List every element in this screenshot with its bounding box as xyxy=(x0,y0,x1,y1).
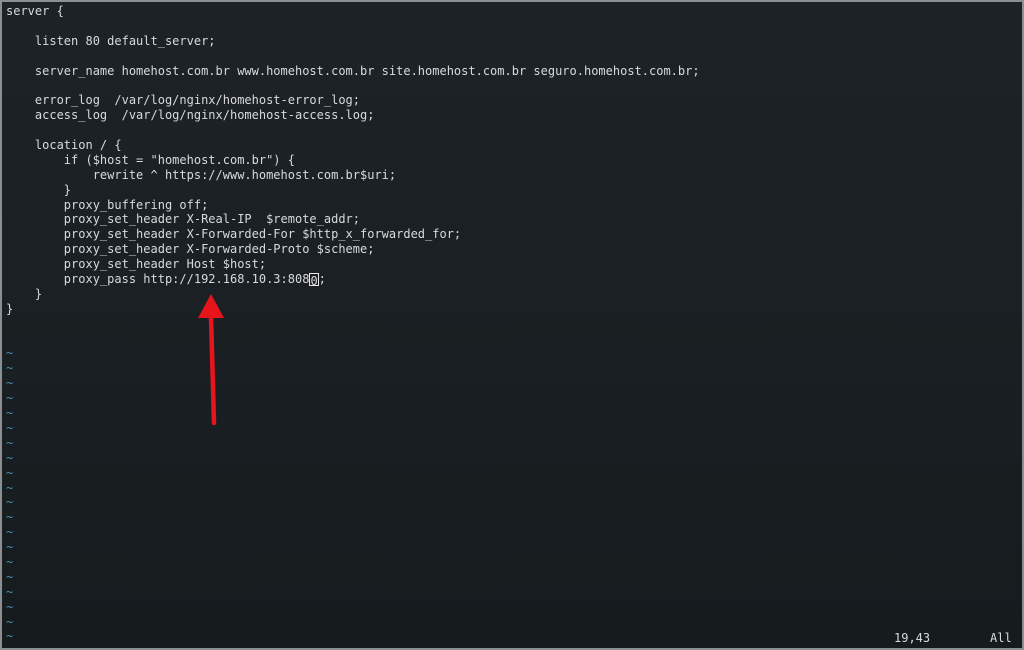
empty-buffer-line: ~ xyxy=(6,540,14,555)
empty-buffer-line: ~ xyxy=(6,376,14,391)
empty-buffer-line: ~ xyxy=(6,614,14,629)
editor-text-area[interactable]: server { listen 80 default_server; serve… xyxy=(6,4,1024,644)
cursor-position: 19,43 xyxy=(894,631,931,645)
empty-buffer-line: ~ xyxy=(6,435,14,450)
code-line-suffix: ; xyxy=(318,272,326,287)
empty-buffer-line: ~ xyxy=(6,465,14,480)
empty-buffer-line: ~ xyxy=(6,599,14,614)
text-cursor: 0 xyxy=(309,273,319,289)
code-line: rewrite ^ https://www.homehost.com.br$ur… xyxy=(6,167,397,182)
code-line: location / { xyxy=(6,138,122,153)
code-line: proxy_set_header X-Forwarded-Proto $sche… xyxy=(6,242,375,257)
code-line: access_log /var/log/nginx/homehost-acces… xyxy=(6,108,375,123)
scroll-indicator: All xyxy=(990,631,1012,645)
empty-buffer-line: ~ xyxy=(6,450,14,465)
code-line: listen 80 default_server; xyxy=(6,33,216,48)
empty-buffer-line: ~ xyxy=(6,346,14,361)
code-line: } xyxy=(6,182,72,197)
code-line-text: proxy_pass http://192.168.10.3:808 xyxy=(6,272,310,287)
code-line: error_log /var/log/nginx/homehost-error_… xyxy=(6,93,361,108)
empty-buffer-line: ~ xyxy=(6,554,14,569)
empty-buffer-line: ~ xyxy=(6,406,14,421)
empty-buffer-line: ~ xyxy=(6,361,14,376)
code-line: } xyxy=(6,301,14,316)
empty-buffer-line: ~ xyxy=(6,495,14,510)
vim-status-line: 19,43 All xyxy=(0,630,1024,646)
code-line: } xyxy=(6,286,43,301)
empty-buffer-line: ~ xyxy=(6,510,14,525)
empty-buffer-line: ~ xyxy=(6,420,14,435)
code-line: proxy_set_header Host $host; xyxy=(6,257,267,272)
code-line: proxy_set_header X-Forwarded-For $http_x… xyxy=(6,227,462,242)
code-line: proxy_buffering off; xyxy=(6,197,209,212)
code-line: proxy_set_header X-Real-IP $remote_addr; xyxy=(6,212,361,227)
code-line: proxy_pass http://192.168.10.3:8080; xyxy=(6,272,1024,289)
code-line: server_name homehost.com.br www.homehost… xyxy=(6,63,700,78)
empty-buffer-line: ~ xyxy=(6,391,14,406)
empty-buffer-line: ~ xyxy=(6,569,14,584)
code-line: if ($host = "homehost.com.br") { xyxy=(6,152,295,167)
code-line: server { xyxy=(6,4,64,18)
vim-editor[interactable]: server { listen 80 default_server; serve… xyxy=(0,0,1024,650)
empty-buffer-line: ~ xyxy=(6,584,14,599)
empty-buffer-line: ~ xyxy=(6,480,14,495)
empty-buffer-line: ~ xyxy=(6,525,14,540)
